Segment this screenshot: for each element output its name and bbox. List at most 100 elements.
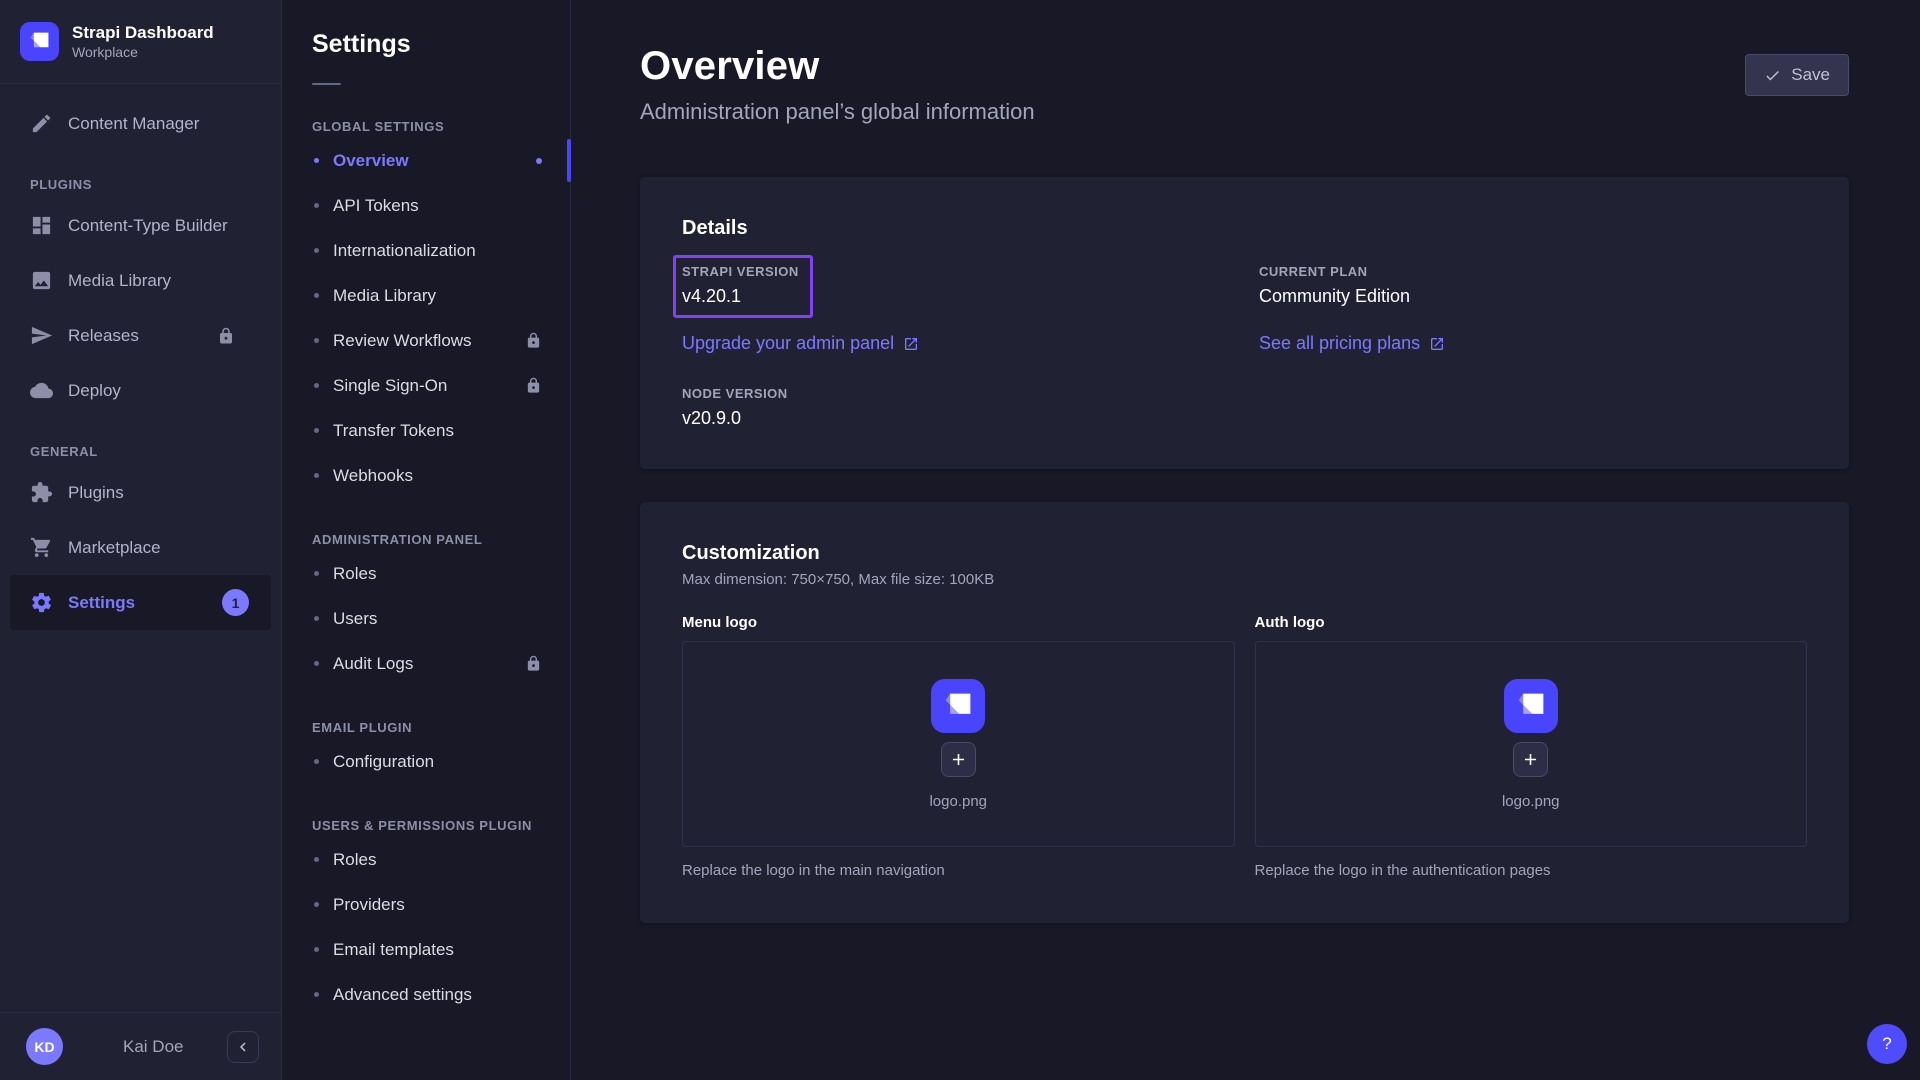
subnav-item-providers[interactable]: Providers <box>282 882 570 927</box>
subnav-item-up-roles[interactable]: Roles <box>282 837 570 882</box>
bullet-icon <box>314 857 319 862</box>
lock-icon <box>525 655 542 672</box>
subnav-item-overview[interactable]: Overview <box>282 138 570 183</box>
sidebar-item-releases[interactable]: Releases <box>10 308 271 363</box>
subnav-item-label: Roles <box>333 564 376 584</box>
section-label-users-permissions-plugin: USERS & PERMISSIONS PLUGIN <box>312 818 570 833</box>
user-footer: KD Kai Doe <box>0 1012 281 1080</box>
subnav-item-email-templates[interactable]: Email templates <box>282 927 570 972</box>
auth-logo-upload-box[interactable]: logo.png <box>1255 641 1808 847</box>
sidebar-item-label: Marketplace <box>68 538 161 558</box>
strapi-logo-icon <box>931 679 985 733</box>
customization-subtitle: Max dimension: 750×750, Max file size: 1… <box>682 571 1807 588</box>
menu-logo-caption: Replace the logo in the main navigation <box>682 862 1235 879</box>
auth-logo-label: Auth logo <box>1255 614 1808 631</box>
sidebar-item-label: Releases <box>68 326 139 346</box>
pricing-plans-link[interactable]: See all pricing plans <box>1259 333 1445 354</box>
bullet-icon <box>314 248 319 253</box>
cart-icon <box>30 536 53 559</box>
collapse-sidebar-button[interactable] <box>227 1031 259 1063</box>
subnav-item-advanced-settings[interactable]: Advanced settings <box>282 972 570 1017</box>
external-link-icon <box>1429 336 1445 352</box>
current-plan-value: Community Edition <box>1259 286 1410 307</box>
main-nav-list: Content Manager PLUGINS Content-Type Bui… <box>0 84 281 630</box>
main-content: Overview Administration panel’s global i… <box>571 0 1920 1080</box>
subnav-item-label: Users <box>333 609 377 629</box>
subnav-item-api-tokens[interactable]: API Tokens <box>282 183 570 228</box>
strapi-version-value: v4.20.1 <box>682 286 799 307</box>
sidebar-item-deploy[interactable]: Deploy <box>10 363 271 418</box>
sidebar-item-media-library[interactable]: Media Library <box>10 253 271 308</box>
subnav-item-configuration[interactable]: Configuration <box>282 739 570 784</box>
subnav-item-label: Providers <box>333 895 405 915</box>
cloud-icon <box>30 379 53 402</box>
gear-icon <box>30 591 53 614</box>
puzzle-icon <box>30 481 53 504</box>
subnav-item-webhooks[interactable]: Webhooks <box>282 453 570 498</box>
subnav-item-label: Review Workflows <box>333 331 472 351</box>
sidebar-item-plugins[interactable]: Plugins <box>10 465 271 520</box>
current-plan-label: CURRENT PLAN <box>1259 264 1410 279</box>
logo-grid: Menu logo logo.png Replace th <box>682 614 1807 879</box>
details-left-column: STRAPI VERSION v4.20.1 Upgrade your admi… <box>682 264 1259 429</box>
page-subtitle: Administration panel’s global informatio… <box>640 99 1035 125</box>
subnav-item-label: Configuration <box>333 752 434 772</box>
external-link-icon <box>903 336 919 352</box>
bullet-icon <box>314 661 319 666</box>
subnav-item-label: Email templates <box>333 940 454 960</box>
subnav-item-audit-logs[interactable]: Audit Logs <box>282 641 570 686</box>
bullet-icon <box>314 158 319 163</box>
strapi-logo-icon <box>1504 679 1558 733</box>
sidebar-item-label: Content Manager <box>68 114 199 134</box>
section-label-global-settings: GLOBAL SETTINGS <box>312 119 570 134</box>
lock-icon <box>525 377 542 394</box>
customization-title: Customization <box>682 542 1807 565</box>
subnav-item-media-library[interactable]: Media Library <box>282 273 570 318</box>
image-icon <box>30 269 53 292</box>
avatar: KD <box>26 1028 63 1065</box>
customization-card: Customization Max dimension: 750×750, Ma… <box>640 502 1849 923</box>
save-button[interactable]: Save <box>1745 54 1849 96</box>
divider <box>312 83 341 85</box>
help-button[interactable]: ? <box>1867 1024 1907 1064</box>
add-auth-logo-button[interactable] <box>1513 742 1548 777</box>
pricing-link-label: See all pricing plans <box>1259 333 1420 354</box>
subnav-item-label: Advanced settings <box>333 985 472 1005</box>
bullet-icon <box>314 759 319 764</box>
details-grid: STRAPI VERSION v4.20.1 Upgrade your admi… <box>682 264 1807 429</box>
details-right-column: CURRENT PLAN Community Edition See all p… <box>1259 264 1807 429</box>
sidebar-item-content-type-builder[interactable]: Content-Type Builder <box>10 198 271 253</box>
sidebar-item-settings[interactable]: Settings 1 <box>10 575 271 630</box>
current-plan-field: CURRENT PLAN Community Edition <box>1259 264 1410 307</box>
brand[interactable]: Strapi Dashboard Workplace <box>0 0 281 84</box>
chevron-left-icon <box>234 1038 252 1056</box>
notification-badge: 1 <box>222 589 249 616</box>
upgrade-admin-panel-link[interactable]: Upgrade your admin panel <box>682 333 919 354</box>
lock-icon <box>525 332 542 349</box>
node-version-value: v20.9.0 <box>682 408 788 429</box>
subnav-item-label: API Tokens <box>333 196 419 216</box>
subnav-item-roles[interactable]: Roles <box>282 551 570 596</box>
section-label-general: GENERAL <box>30 444 281 459</box>
auth-logo-block: Auth logo logo.png Replace th <box>1255 614 1808 879</box>
subnav-title: Settings <box>312 30 570 59</box>
brand-text: Strapi Dashboard Workplace <box>72 22 214 61</box>
subnav-item-users[interactable]: Users <box>282 596 570 641</box>
subnav-item-internationalization[interactable]: Internationalization <box>282 228 570 273</box>
menu-logo-upload-box[interactable]: logo.png <box>682 641 1235 847</box>
subnav-item-review-workflows[interactable]: Review Workflows <box>282 318 570 363</box>
section-label-email-plugin: EMAIL PLUGIN <box>312 720 570 735</box>
active-dot-icon <box>536 158 542 164</box>
lock-icon <box>217 327 235 345</box>
sidebar-item-marketplace[interactable]: Marketplace <box>10 520 271 575</box>
details-title: Details <box>682 217 1807 240</box>
add-menu-logo-button[interactable] <box>941 742 976 777</box>
strapi-version-field: STRAPI VERSION v4.20.1 <box>682 264 799 307</box>
bullet-icon <box>314 338 319 343</box>
subnav-item-single-sign-on[interactable]: Single Sign-On <box>282 363 570 408</box>
bullet-icon <box>314 947 319 952</box>
subnav-item-label: Roles <box>333 850 376 870</box>
subnav-item-transfer-tokens[interactable]: Transfer Tokens <box>282 408 570 453</box>
sidebar-item-content-manager[interactable]: Content Manager <box>10 96 271 151</box>
paper-plane-icon <box>30 324 53 347</box>
